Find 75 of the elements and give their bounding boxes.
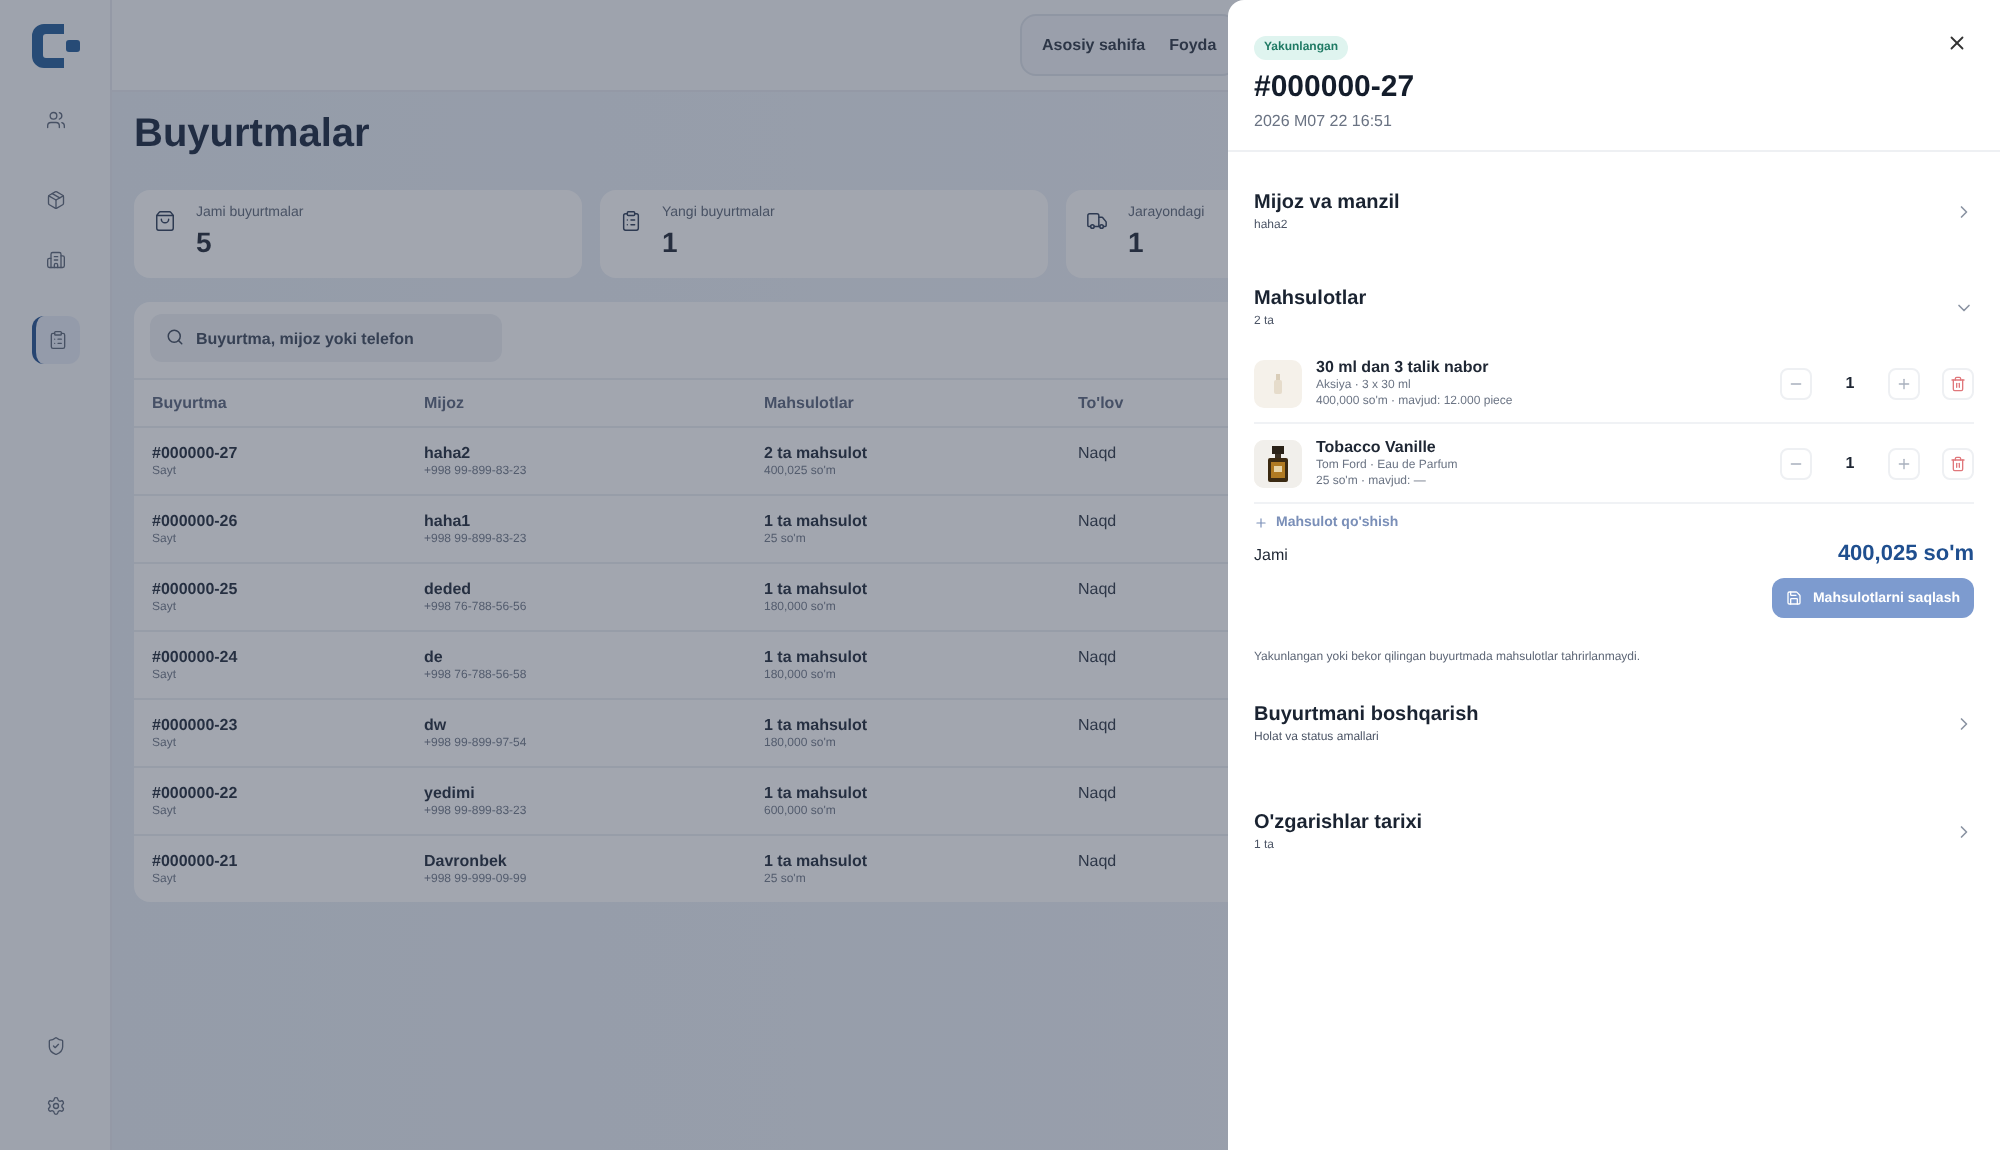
sidebar-item[interactable] — [31, 316, 79, 364]
column-header: Mahsulotlar — [764, 394, 856, 412]
total-amount: 400,025 so'm — [1837, 542, 1974, 566]
payment-method: Naqd — [1078, 784, 1119, 802]
close-button[interactable] — [1946, 32, 1968, 54]
nav-link[interactable]: Asosiy sahifa — [1034, 24, 1154, 66]
quantity: 1 — [1843, 374, 1857, 392]
order-number: #000000-26 — [152, 512, 240, 530]
order-number: #000000-24 — [152, 648, 240, 666]
users-icon — [45, 110, 65, 130]
section-title: O'zgarishlar tarixi — [1254, 812, 1423, 834]
stat-value: 1 — [1128, 226, 1146, 258]
item-count: 1 ta mahsulot — [764, 852, 870, 870]
item-count: 1 ta mahsulot — [764, 512, 870, 530]
item-count: 1 ta mahsulot — [764, 580, 870, 598]
delete-button[interactable] — [1942, 447, 1974, 479]
increase-button[interactable] — [1888, 447, 1920, 479]
bag-icon — [154, 210, 176, 232]
order-title: #000000-27 — [1254, 70, 1417, 104]
customer-name: yedimi — [424, 784, 477, 802]
customer-name: haha2 — [424, 444, 473, 462]
item-count: 1 ta mahsulot — [764, 784, 870, 802]
item-count: 1 ta mahsulot — [764, 648, 870, 666]
plus-icon — [1896, 455, 1912, 471]
order-number: #000000-22 — [152, 784, 240, 802]
search-field[interactable]: Buyurtma, mijoz yoki telefon — [150, 314, 502, 362]
order-date: 2026 M07 22 16:51 — [1254, 112, 1394, 130]
truck-icon — [1086, 210, 1108, 232]
delete-button[interactable] — [1942, 367, 1974, 399]
box-icon — [45, 190, 65, 210]
payment-method: Naqd — [1078, 852, 1119, 870]
plus-icon — [1896, 375, 1912, 391]
quantity: 1 — [1843, 454, 1857, 472]
item-count: 1 ta mahsulot — [764, 716, 870, 734]
customer-name: de — [424, 648, 445, 666]
plus-icon — [1254, 516, 1268, 530]
clipboard-icon — [620, 210, 642, 232]
shield-icon — [45, 1036, 65, 1056]
customer-name: dw — [424, 716, 449, 734]
page-title: Buyurtmalar — [134, 112, 370, 158]
customer-name: Davronbek — [424, 852, 509, 870]
building-icon — [45, 250, 65, 270]
customer-name: haha1 — [424, 512, 473, 530]
item-count: 2 ta mahsulot — [764, 444, 870, 462]
order-number: #000000-21 — [152, 852, 240, 870]
bottle-icon — [1272, 373, 1284, 393]
stat-value: 5 — [196, 226, 214, 258]
payment-method: Naqd — [1078, 444, 1119, 462]
payment-method: Naqd — [1078, 580, 1119, 598]
trash-icon — [1950, 375, 1966, 391]
total-label: Jami — [1254, 546, 1288, 564]
clipboard-icon — [47, 330, 67, 350]
trash-icon — [1950, 455, 1966, 471]
order-number: #000000-25 — [152, 580, 240, 598]
column-header: Mijoz — [424, 394, 466, 412]
stat-value: 1 — [662, 226, 680, 258]
nav-link[interactable]: Foyda — [1161, 24, 1225, 66]
product-name: 30 ml dan 3 talik nabor — [1316, 358, 1491, 376]
product-name: Tobacco Vanille — [1316, 438, 1438, 456]
order-number: #000000-27 — [152, 444, 240, 462]
section-title: Mijoz va manzil — [1254, 192, 1400, 214]
customer-name: deded — [424, 580, 474, 598]
payment-method: Naqd — [1078, 716, 1119, 734]
order-number: #000000-23 — [152, 716, 240, 734]
search-icon — [166, 328, 184, 346]
increase-button[interactable] — [1888, 367, 1920, 399]
gear-icon — [45, 1096, 65, 1116]
column-header: Buyurtma — [152, 394, 229, 412]
logo — [31, 24, 79, 68]
section-title: Buyurtmani boshqarish — [1254, 704, 1479, 726]
column-header: To'lov — [1078, 394, 1126, 412]
payment-method: Naqd — [1078, 648, 1119, 666]
section-title: Mahsulotlar — [1254, 288, 1367, 310]
save-icon — [1786, 590, 1803, 606]
payment-method: Naqd — [1078, 512, 1119, 530]
